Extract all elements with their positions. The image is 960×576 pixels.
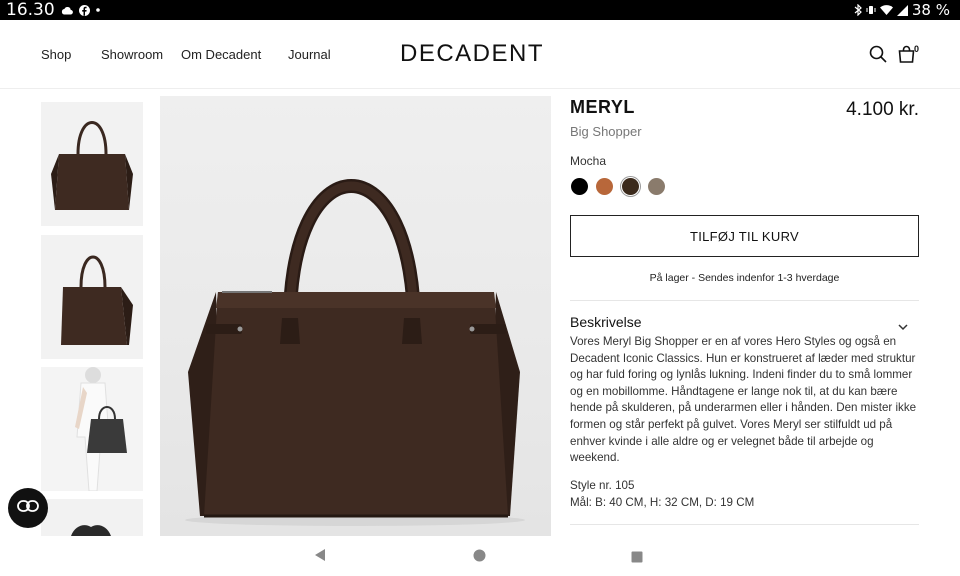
status-bar: 16.30 38 % xyxy=(0,0,960,20)
product-price: 4.100 kr. xyxy=(846,99,919,120)
search-icon[interactable] xyxy=(869,45,887,68)
divider xyxy=(570,524,919,525)
signal-icon xyxy=(896,4,908,16)
recents-icon[interactable] xyxy=(631,550,643,568)
thumbnail-detail[interactable] xyxy=(41,499,143,536)
description-text: Vores Meryl Big Shopper er en af vores H… xyxy=(570,335,917,465)
cart-count-badge: 0 xyxy=(914,44,920,54)
facebook-icon xyxy=(78,4,90,16)
color-label: Mocha xyxy=(570,154,607,168)
style-number: Style nr. 105 xyxy=(570,479,635,492)
bluetooth-icon xyxy=(854,4,862,16)
product-name: MERYL xyxy=(570,97,635,117)
description-title[interactable]: Beskrivelse xyxy=(570,314,642,330)
cart-icon[interactable] xyxy=(898,45,915,68)
home-icon[interactable] xyxy=(473,549,486,567)
system-nav-bar xyxy=(0,536,960,576)
dimensions: Mål: B: 40 CM, H: 32 CM, D: 19 CM xyxy=(570,496,755,509)
nav-showroom[interactable]: Showroom xyxy=(101,47,163,62)
stock-status: På lager - Sendes indenfor 1-3 hverdage xyxy=(649,272,840,284)
vibrate-icon xyxy=(866,5,876,15)
nav-journal[interactable]: Journal xyxy=(288,47,331,62)
site-header: Shop Showroom Om Decadent Journal DECADE… xyxy=(0,20,960,89)
back-icon[interactable] xyxy=(314,548,326,567)
nav-shop[interactable]: Shop xyxy=(41,47,71,62)
thumbnail-front[interactable] xyxy=(41,102,143,226)
main-product-image[interactable] xyxy=(160,96,551,536)
chat-button[interactable] xyxy=(8,488,48,528)
notification-dot-icon xyxy=(95,8,100,12)
cloud-icon xyxy=(61,6,73,15)
thumbnail-side[interactable] xyxy=(41,235,143,359)
swatch-cognac[interactable] xyxy=(596,178,613,195)
add-to-cart-button[interactable]: TILFØJ TIL KURV xyxy=(570,215,919,257)
product-subtitle: Big Shopper xyxy=(570,124,642,139)
status-time: 16.30 xyxy=(6,0,55,20)
nav-om-decadent[interactable]: Om Decadent xyxy=(181,47,261,62)
thumbnail-model[interactable] xyxy=(41,367,143,491)
link-icon xyxy=(17,499,39,517)
swatch-taupe[interactable] xyxy=(648,178,665,195)
logo[interactable]: DECADENT xyxy=(400,40,544,68)
divider xyxy=(570,300,919,301)
swatch-mocha[interactable] xyxy=(622,178,639,195)
swatch-black[interactable] xyxy=(571,178,588,195)
battery-percentage: 38 % xyxy=(911,1,950,19)
wifi-icon xyxy=(879,5,893,15)
